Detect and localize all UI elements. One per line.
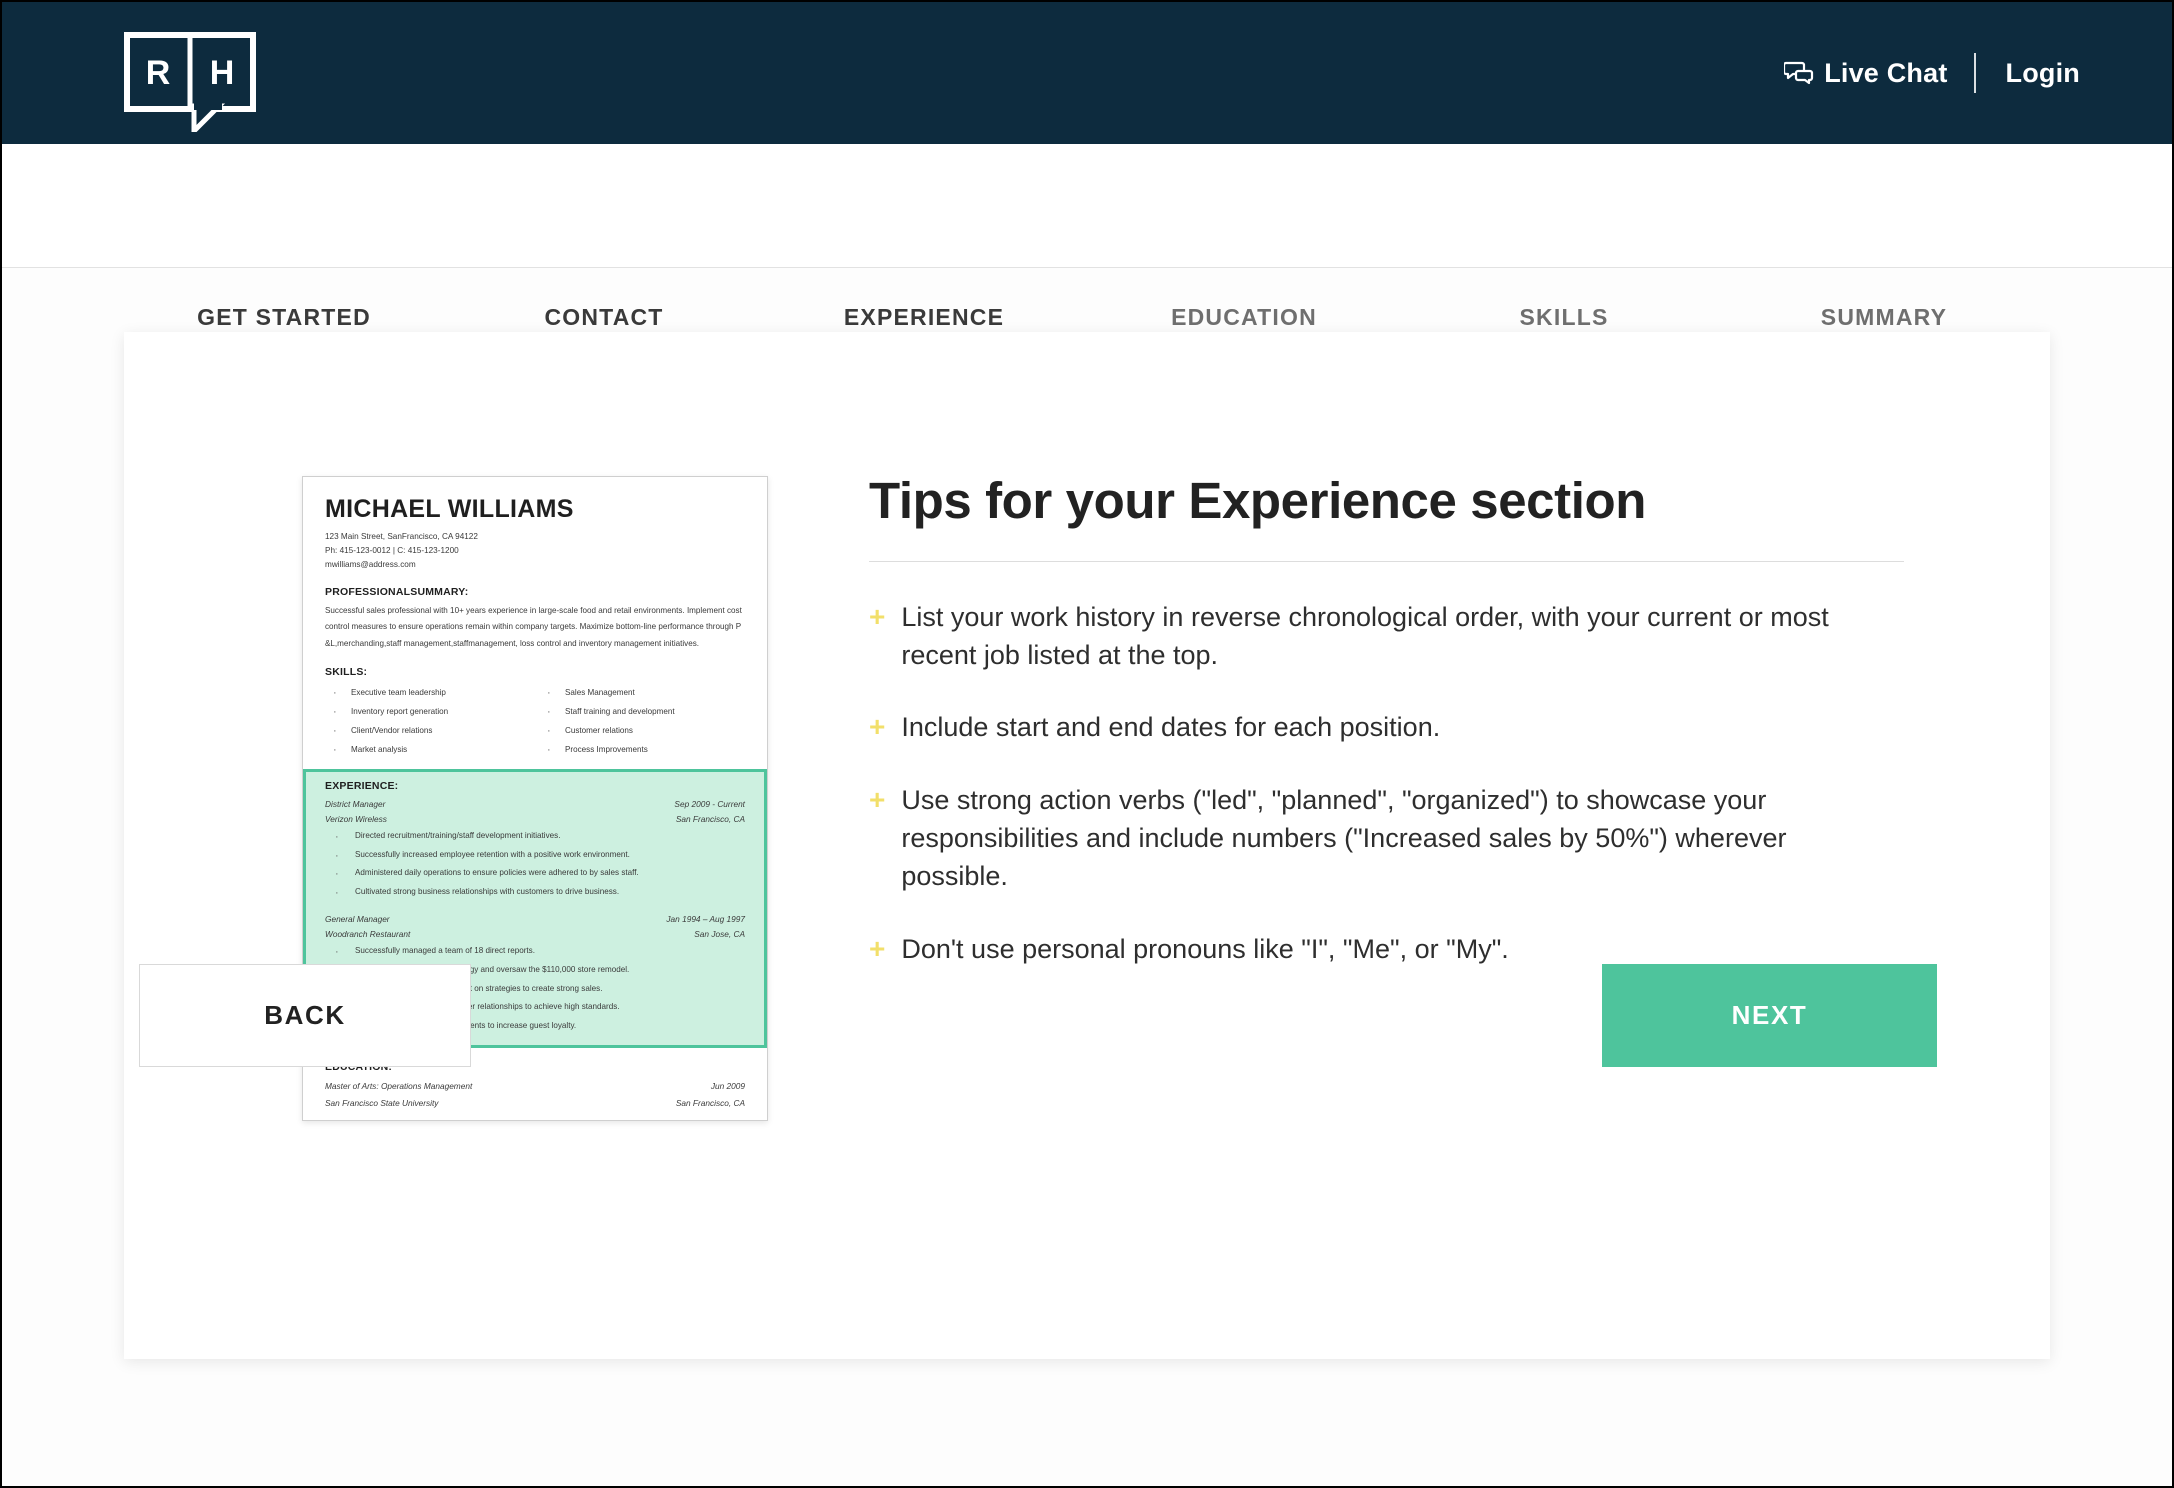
plus-bullet-icon: + [869, 600, 886, 632]
resume-skill-item: Client/Vendor relations [325, 719, 531, 745]
tip-text: List your work history in reverse chrono… [901, 601, 1829, 670]
site-header: R H Live Chat Login [2, 2, 2172, 144]
resume-skills-grid: Executive team leadership Sales Manageme… [325, 681, 745, 764]
step-label: GET STARTED [197, 304, 371, 330]
tips-panel: Tips for your Experience section + List … [869, 472, 1904, 1002]
resume-education-degree: Bachelor of Arts: Business Management [325, 1120, 473, 1121]
resume-contact-line: 123 Main Street, SanFrancisco, CA 94122 [325, 531, 478, 541]
step-get-started[interactable]: GET STARTED [154, 304, 414, 331]
resume-skill-item: Sales Management [539, 681, 745, 707]
back-button[interactable]: BACK [139, 964, 471, 1067]
resume-skill-item: Customer relations [539, 719, 745, 745]
plus-bullet-icon: + [869, 711, 886, 743]
tip-item: + Don't use personal pronouns like "I", … [869, 930, 1904, 968]
tips-title: Tips for your Experience section [869, 472, 1904, 562]
svg-text:H: H [210, 54, 235, 92]
resume-experience-heading: EXPERIENCE: [325, 779, 399, 792]
resume-job-bullet: Successfully managed a team of 18 direct… [325, 940, 745, 965]
step-contact[interactable]: CONTACT [474, 304, 734, 331]
resume-job-title-row: General Manager Jan 1994 – Aug 1997 [325, 912, 745, 927]
step-label: EXPERIENCE [843, 304, 1005, 330]
rh-speech-bubble-logo: R H [124, 32, 256, 132]
tips-list: + List your work history in reverse chro… [869, 598, 1904, 968]
resume-contact-line: Ph: 415-123-0012 | C: 415-123-1200 [325, 546, 459, 556]
resume-education-date: Jun 2009 [710, 1081, 745, 1092]
step-label: SUMMARY [1820, 304, 1948, 330]
next-button[interactable]: NEXT [1602, 964, 1937, 1067]
resume-skill-item: Inventory report generation [325, 700, 531, 726]
resume-skill-item: Staff training and development [539, 700, 745, 726]
login-link[interactable]: Login [1976, 58, 2080, 89]
header-actions: Live Chat Login [1784, 2, 2080, 144]
resume-job-entry: District Manager Sep 2009 - Current Veri… [325, 797, 745, 906]
tip-item: + Use strong action verbs ("led", "plann… [869, 781, 1904, 896]
resume-job-bullet: Directed recruitment/training/staff deve… [325, 825, 745, 850]
chat-bubbles-icon [1784, 61, 1814, 85]
plus-bullet-icon: + [869, 932, 886, 964]
brand-logo[interactable]: R H [124, 32, 264, 132]
resume-skill-item: Process Improvements [539, 738, 745, 764]
resume-education-date: Mar 2011 [711, 1120, 745, 1121]
tip-item: + Include start and end dates for each p… [869, 708, 1904, 746]
step-skills[interactable]: SKILLS [1434, 304, 1694, 331]
resume-education-spacer [325, 1111, 745, 1120]
resume-education-location: San Francisco, CA [675, 1097, 745, 1108]
resume-job-title: District Manager [325, 798, 386, 809]
resume-job-location: San Francisco, CA [675, 813, 745, 824]
resume-contact-line: mwilliams@address.com [325, 560, 416, 570]
plus-bullet-icon: + [869, 783, 886, 815]
resume-education-degree-row: Master of Arts: Operations Management Ju… [325, 1078, 745, 1094]
step-experience[interactable]: EXPERIENCE [794, 304, 1054, 331]
step-label: EDUCATION [1171, 304, 1317, 330]
step-education[interactable]: EDUCATION [1114, 304, 1374, 331]
tip-item: + List your work history in reverse chro… [869, 598, 1904, 675]
progress-stepper: GET STARTED CONTACT EXPERIENCE EDUCATION… [2, 144, 2172, 388]
resume-job-title: General Manager [325, 913, 390, 924]
resume-education-school: San Francisco State University [325, 1097, 439, 1108]
resume-job-bullet: Successfully increased employee retentio… [325, 844, 745, 869]
resume-job-bullet: Administered daily operations to ensure … [325, 863, 745, 888]
resume-contact-block: 123 Main Street, SanFrancisco, CA 94122 … [325, 530, 745, 573]
app-viewport: R H Live Chat Login GET STARTED CONTACT [0, 0, 2174, 1488]
resume-job-bullet: Cultivated strong business relationships… [325, 881, 745, 906]
resume-education-degree-row: Bachelor of Arts: Business Management Ma… [325, 1120, 745, 1121]
svg-text:R: R [146, 54, 171, 92]
header-divider [1973, 53, 1976, 93]
resume-job-company-row: Woodranch Restaurant San Jose, CA [325, 927, 745, 942]
step-label: SKILLS [1519, 304, 1609, 330]
resume-name: MICHAEL WILLIAMS [325, 495, 574, 523]
resume-education-degree: Master of Arts: Operations Management [325, 1081, 473, 1092]
resume-job-spacer [325, 902, 745, 912]
resume-job-title-row: District Manager Sep 2009 - Current [325, 797, 745, 812]
resume-job-dates: Jan 1994 – Aug 1997 [666, 913, 745, 924]
resume-job-location: San Jose, CA [694, 929, 745, 940]
resume-skill-item: Market analysis [325, 738, 531, 764]
live-chat-button[interactable]: Live Chat [1784, 58, 1973, 89]
resume-skill-item: Executive team leadership [325, 681, 531, 707]
resume-education-block: EDUCATION: Master of Arts: Operations Ma… [325, 1061, 745, 1121]
tip-text: Include start and end dates for each pos… [901, 712, 1441, 743]
live-chat-label: Live Chat [1824, 57, 1948, 88]
resume-job-dates: Sep 2009 - Current [674, 798, 745, 809]
resume-summary-heading: PROFESSIONALSUMMARY: [325, 585, 469, 598]
step-label: CONTACT [544, 304, 664, 330]
step-summary[interactable]: SUMMARY [1754, 304, 2014, 331]
tip-text: Use strong action verbs ("led", "planned… [901, 784, 1787, 892]
tip-text: Don't use personal pronouns like "I", "M… [901, 933, 1509, 964]
resume-education-school-row: San Francisco State University San Franc… [325, 1095, 745, 1111]
resume-skills-heading: SKILLS: [325, 665, 368, 678]
resume-job-company-row: Verizon Wireless San Francisco, CA [325, 812, 745, 827]
resume-summary-text: Successful sales professional with 10+ y… [325, 605, 742, 648]
main-content-card: MICHAEL WILLIAMS 123 Main Street, SanFra… [124, 332, 2050, 1359]
